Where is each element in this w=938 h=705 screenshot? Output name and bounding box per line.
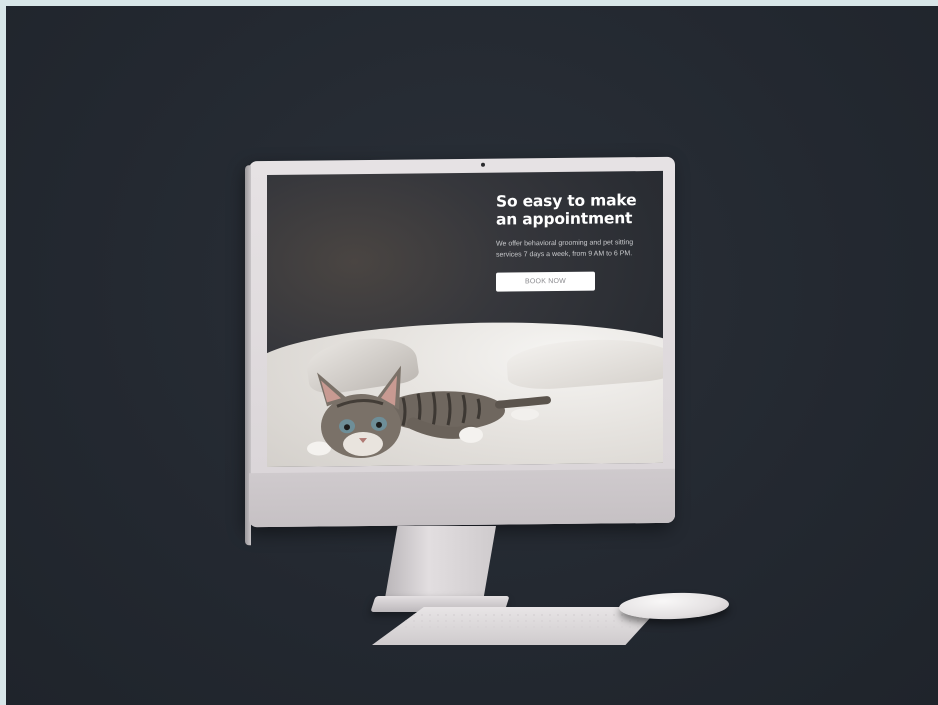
website-screen: So easy to make an appointment We offer … <box>267 170 663 468</box>
keyboard-keys <box>402 612 652 638</box>
hero-description: We offer behavioral grooming and pet sit… <box>496 239 634 259</box>
kitten-tail <box>495 396 551 409</box>
kitten-back-paw <box>511 408 539 421</box>
mockup-stage: So easy to make an appointment We offer … <box>6 6 938 705</box>
mouse <box>618 591 730 621</box>
hero-content: So easy to make an appointment We offer … <box>496 191 656 292</box>
imac-monitor: So easy to make an appointment We offer … <box>249 156 675 528</box>
book-now-button[interactable]: BOOK NOW <box>496 271 595 292</box>
camera-icon <box>481 162 485 167</box>
monitor-stand <box>384 526 496 604</box>
kitten-image <box>307 365 551 459</box>
hero-title: So easy to make an appointment <box>496 191 637 229</box>
keyboard <box>372 607 660 645</box>
monitor-chin <box>249 468 675 528</box>
